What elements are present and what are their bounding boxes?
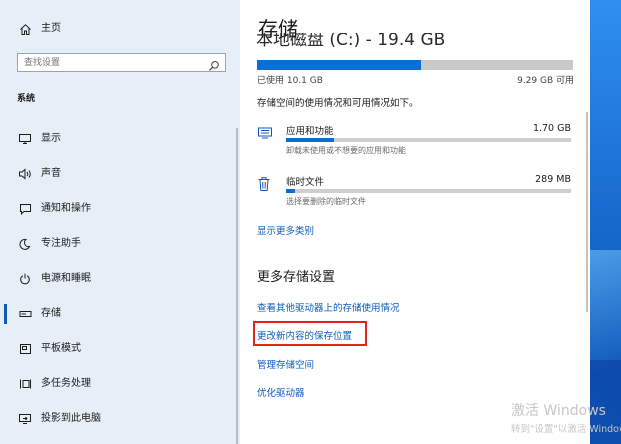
- sidebar-item-label: 投影到此电脑: [41, 413, 101, 424]
- activation-watermark-title: 激活 Windows: [511, 403, 606, 419]
- sidebar-scrollbar[interactable]: [236, 128, 238, 444]
- sidebar-item-project-to-pc[interactable]: 投影到此电脑: [0, 404, 232, 434]
- sidebar-item-tablet-mode[interactable]: 平板模式: [0, 334, 232, 364]
- category-usage-bar: [286, 138, 571, 142]
- notifications-icon: [17, 201, 33, 217]
- sidebar-item-label: 平板模式: [41, 343, 81, 354]
- drive-heading-text: 本地磁盘 (C:) - 19.4 GB: [256, 33, 446, 48]
- used-space-text: 已使用 10.1 GB: [257, 76, 323, 86]
- more-storage-settings-heading: 更多存储设置: [257, 270, 336, 285]
- sidebar-item-label: 显示: [41, 133, 61, 144]
- sidebar-item-label: 声音: [41, 168, 61, 179]
- sidebar-item-power[interactable]: 电源和睡眠: [0, 264, 232, 294]
- display-icon: [17, 131, 33, 147]
- sound-icon: [17, 166, 33, 182]
- sidebar-item-label: 主页: [41, 23, 61, 34]
- desktop-background: [590, 0, 621, 444]
- settings-window: 主页 系统 显示 声音 通知和操作: [0, 0, 590, 444]
- home-icon: [17, 21, 33, 37]
- drive-capacity-fill: [257, 60, 422, 70]
- category-name: 应用和功能: [286, 126, 334, 137]
- section-label-system: 系统: [17, 94, 36, 104]
- category-size: 289 MB: [535, 174, 571, 185]
- category-usage-fill: [286, 138, 335, 142]
- sidebar-item-focus-assist[interactable]: 专注助手: [0, 229, 232, 259]
- show-more-categories-link[interactable]: 显示更多类别: [257, 223, 314, 237]
- category-temporary-files[interactable]: 临时文件 289 MB 选择要删除的临时文件: [257, 171, 573, 211]
- tablet-mode-icon: [17, 341, 33, 357]
- content-scrollbar[interactable]: [586, 112, 588, 312]
- category-name: 临时文件: [286, 177, 325, 188]
- sidebar: 主页 系统 显示 声音 通知和操作: [0, 0, 240, 444]
- sidebar-item-label: 存储: [41, 308, 61, 319]
- optimize-drives-link[interactable]: 优化驱动器: [257, 385, 305, 399]
- category-usage-bar: [286, 189, 571, 193]
- category-size: 1.70 GB: [532, 123, 571, 134]
- activation-watermark-subtitle: 转到"设置"以激活 Windows: [511, 424, 621, 435]
- desktop-light-streak: [590, 250, 621, 370]
- trash-icon: [257, 176, 273, 192]
- power-icon: [17, 271, 33, 287]
- search-input[interactable]: [24, 55, 204, 70]
- category-subtitle: 选择要删除的临时文件: [286, 197, 366, 206]
- highlight-box: [253, 321, 367, 346]
- sidebar-item-label: 专注助手: [41, 238, 81, 249]
- manage-storage-spaces-link[interactable]: 管理存储空间: [257, 357, 314, 371]
- storage-icon: [17, 306, 33, 322]
- sidebar-item-sound[interactable]: 声音: [0, 159, 232, 189]
- multitasking-icon: [17, 376, 33, 392]
- storage-description: 存储空间的使用情况和可用情况如下。: [257, 98, 419, 109]
- category-apps-and-features[interactable]: 应用和功能 1.70 GB 卸载未使用或不想要的应用和功能: [257, 120, 573, 160]
- search-icon[interactable]: [208, 57, 220, 71]
- drive-capacity-bar: [257, 60, 573, 70]
- sidebar-item-home[interactable]: 主页: [0, 14, 232, 44]
- category-usage-fill: [286, 189, 295, 193]
- sidebar-item-multitasking[interactable]: 多任务处理: [0, 369, 232, 399]
- category-subtitle: 卸载未使用或不想要的应用和功能: [286, 146, 406, 155]
- focus-assist-icon: [17, 236, 33, 252]
- drive-heading: 本地磁盘 (C:) - 19.4 GB: [256, 33, 556, 48]
- content-pane: 存储 本地磁盘 (C:) - 19.4 GB 已使用 10.1 GB 9.29 …: [240, 0, 590, 444]
- view-other-drives-link[interactable]: 查看其他驱动器上的存储使用情况: [257, 300, 400, 314]
- sidebar-item-notifications[interactable]: 通知和操作: [0, 194, 232, 224]
- sidebar-item-display[interactable]: 显示: [0, 124, 232, 154]
- sidebar-item-label: 多任务处理: [41, 378, 91, 389]
- sidebar-item-label: 电源和睡眠: [41, 273, 91, 284]
- sidebar-item-label: 通知和操作: [41, 203, 91, 214]
- search-box[interactable]: [17, 53, 226, 72]
- project-icon: [17, 411, 33, 427]
- sidebar-item-storage[interactable]: 存储: [0, 299, 232, 329]
- apps-icon: [257, 125, 273, 141]
- free-space-text: 9.29 GB 可用: [517, 76, 574, 86]
